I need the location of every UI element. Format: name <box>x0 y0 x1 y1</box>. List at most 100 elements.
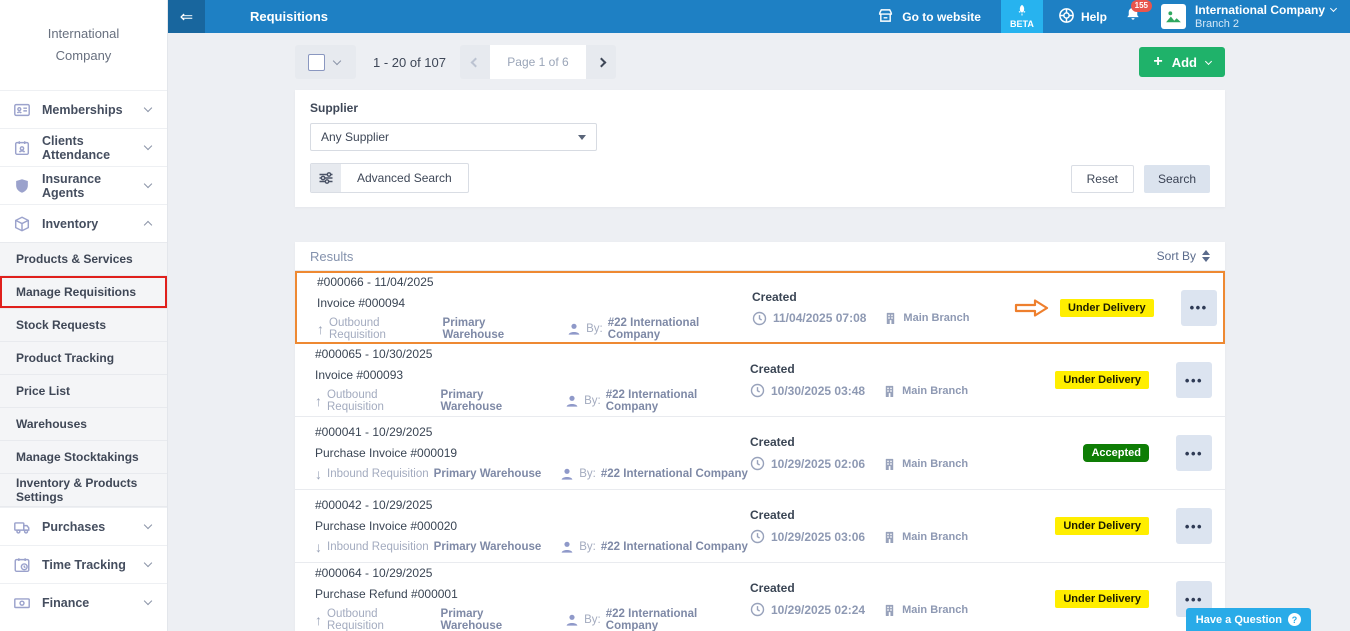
sidebar-item-label: Clients Attendance <box>42 133 111 162</box>
row-branch: Main Branch <box>902 384 969 397</box>
sidebar-item-purchases[interactable]: Purchases <box>0 507 167 545</box>
row-warehouse: Primary Warehouse <box>440 389 503 413</box>
sidebar-item-finance[interactable]: Finance <box>0 583 167 621</box>
sort-by-button[interactable]: Sort By <box>1157 249 1210 263</box>
row-warehouse: Primary Warehouse <box>442 316 505 341</box>
sidebar-item-manage-requisitions[interactable]: Manage Requisitions <box>0 276 167 309</box>
row-actions-button[interactable]: ••• <box>1176 362 1212 398</box>
ellipsis-icon: ••• <box>1184 591 1204 607</box>
row-direction-label: Outbound Requisition <box>327 389 384 413</box>
row-direction-label: Inbound Requisition <box>327 468 429 480</box>
notification-count-badge: 155 <box>1130 0 1152 12</box>
clock-icon <box>752 311 767 326</box>
banknote-icon <box>13 594 31 612</box>
add-button[interactable]: + Add <box>1139 47 1225 77</box>
row-doc: Invoice #000093 <box>315 368 404 382</box>
select-all-dropdown[interactable] <box>295 45 356 79</box>
question-icon: ? <box>1288 613 1301 626</box>
clock-icon <box>750 456 765 471</box>
help-button[interactable]: Help <box>1058 7 1107 27</box>
company-name: International Company <box>1194 2 1325 17</box>
go-to-website-link[interactable]: Go to website <box>877 8 981 26</box>
row-actions-button[interactable]: ••• <box>1176 435 1212 471</box>
sidebar-item-product-tracking[interactable]: Product Tracking <box>0 342 167 375</box>
row-created-label: Created <box>750 362 795 376</box>
building-icon <box>883 384 896 398</box>
sidebar-item-inventory[interactable]: Inventory <box>0 204 167 242</box>
avatar[interactable] <box>1160 4 1186 29</box>
reset-button[interactable]: Reset <box>1070 165 1134 193</box>
sidebar-collapse-button[interactable]: ⇐ <box>168 0 205 33</box>
sidebar-item-manage-stocktakings[interactable]: Manage Stocktakings <box>0 441 167 474</box>
table-row[interactable]: #000042 - 10/29/2025 Purchase Invoice #0… <box>295 490 1225 563</box>
beta-button[interactable]: BETA <box>1000 0 1043 33</box>
company-switcher[interactable]: International Company Branch 2 <box>1195 3 1350 31</box>
row-warehouse: Primary Warehouse <box>440 608 503 631</box>
select-all-checkbox[interactable] <box>308 53 325 71</box>
row-direction-label: Outbound Requisition <box>327 608 384 631</box>
sidebar-item-warehouses[interactable]: Warehouses <box>0 408 167 441</box>
notifications-button[interactable]: 155 <box>1125 0 1152 27</box>
page-title: Requisitions <box>250 9 329 24</box>
topbar-right-cluster: Go to website BETA Help 155 Internationa… <box>877 0 1350 33</box>
previous-page-button[interactable] <box>460 45 490 79</box>
sidebar-item-insurance-agents[interactable]: Insurance Agents <box>0 166 167 204</box>
lifebuoy-icon <box>1058 7 1075 27</box>
sidebar-item-inventory-products-settings[interactable]: Inventory & Products Settings <box>0 474 167 507</box>
page-indicator[interactable]: Page 1 of 6 <box>490 45 586 79</box>
time-tracking-icon <box>13 556 31 574</box>
results-panel: Results Sort By #000066 - 11/04/2025 Inv… <box>295 242 1225 631</box>
status-badge: Under Delivery <box>1060 298 1154 317</box>
row-doc: Purchase Invoice #000019 <box>315 446 458 460</box>
chevron-down-icon <box>1204 57 1213 65</box>
search-button[interactable]: Search <box>1143 165 1210 193</box>
building-icon <box>883 603 896 617</box>
row-doc: Invoice #000094 <box>317 295 406 310</box>
row-actions-button[interactable]: ••• <box>1176 508 1212 544</box>
chevron-right-icon <box>596 57 606 67</box>
status-badge: Accepted <box>1083 444 1149 462</box>
annotation-arrow-icon <box>1014 298 1050 318</box>
sidebar-item-label: Inventory <box>42 216 99 231</box>
direction-arrow-icon: ↑ <box>315 393 322 409</box>
sidebar-item-products-services[interactable]: Products & Services <box>0 243 167 276</box>
row-actions-button[interactable]: ••• <box>1180 289 1217 326</box>
sidebar-item-price-list[interactable]: Price List <box>0 375 167 408</box>
chevron-left-icon <box>470 57 480 67</box>
chevron-down-icon <box>143 103 153 113</box>
table-row[interactable]: #000041 - 10/29/2025 Purchase Invoice #0… <box>295 417 1225 490</box>
top-header-bar: ⇐ Requisitions Go to website BETA Help 1 <box>168 0 1350 33</box>
table-row[interactable]: #000065 - 10/30/2025 Invoice #000093 ↑ O… <box>295 344 1225 417</box>
row-by-label: By: <box>584 395 601 407</box>
sidebar-item-clients-attendance[interactable]: Clients Attendance <box>0 128 167 166</box>
have-a-question-button[interactable]: Have a Question ? <box>1185 608 1311 631</box>
row-direction-label: Inbound Requisition <box>327 541 429 553</box>
person-icon <box>560 467 574 481</box>
clock-icon <box>750 602 765 617</box>
direction-arrow-icon: ↓ <box>315 539 322 555</box>
sliders-icon <box>311 164 341 192</box>
results-title: Results <box>310 248 354 264</box>
clock-icon <box>750 529 765 544</box>
person-icon <box>565 394 579 408</box>
row-created: 10/29/2025 03:06 <box>771 529 866 544</box>
ellipsis-icon: ••• <box>1189 300 1208 315</box>
chevron-down-icon <box>143 179 153 189</box>
sidebar-item-time-tracking[interactable]: Time Tracking <box>0 545 167 583</box>
table-row[interactable]: #000066 - 11/04/2025 Invoice #000094 ↑ O… <box>295 271 1225 344</box>
next-page-button[interactable] <box>586 45 616 79</box>
row-by: #22 International Company <box>600 468 748 480</box>
sidebar-item-memberships[interactable]: Memberships <box>0 90 167 128</box>
advanced-search-button[interactable]: Advanced Search <box>310 163 469 193</box>
supplier-select[interactable]: Any Supplier <box>310 123 597 151</box>
row-branch: Main Branch <box>902 457 969 470</box>
direction-arrow-icon: ↑ <box>317 320 324 337</box>
chevron-down-icon <box>143 558 153 568</box>
table-row[interactable]: #000064 - 10/29/2025 Purchase Refund #00… <box>295 563 1225 631</box>
sidebar-item-label: Time Tracking <box>42 557 126 572</box>
sidebar-item-label: Memberships <box>42 102 123 117</box>
sidebar-item-stock-requests[interactable]: Stock Requests <box>0 309 167 342</box>
chevron-down-icon <box>143 596 153 606</box>
row-id-date: #000066 - 11/04/2025 <box>317 274 434 289</box>
person-icon <box>560 540 574 554</box>
